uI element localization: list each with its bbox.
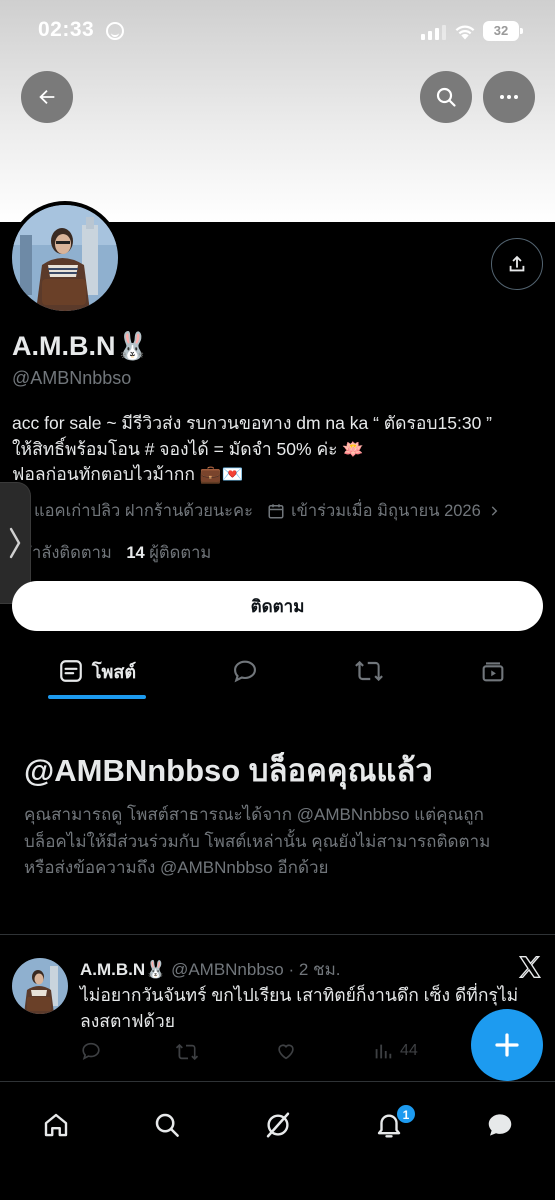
chevron-right-icon[interactable] bbox=[487, 504, 501, 518]
followers-label: ผู้ติดตาม bbox=[149, 544, 212, 562]
tweet-avatar[interactable] bbox=[12, 958, 68, 1014]
arrow-left-icon bbox=[39, 89, 55, 105]
views-button[interactable]: 44 bbox=[372, 1040, 418, 1062]
blocked-description-line: หรือส่งข้อความถึง @AMBNnbbso อีกด้วย bbox=[24, 858, 329, 877]
back-button[interactable] bbox=[21, 71, 73, 123]
posts-icon bbox=[60, 660, 82, 682]
more-options-button[interactable] bbox=[483, 71, 535, 123]
followers-count: 14 bbox=[126, 544, 145, 562]
follow-stats: กำลังติดตาม 14 ผู้ติดตาม bbox=[12, 540, 211, 566]
tab-posts[interactable]: โพสต์ bbox=[48, 646, 146, 696]
repost-icon bbox=[175, 1043, 199, 1061]
section-divider bbox=[0, 934, 555, 935]
status-bar: 02:33 32 bbox=[0, 0, 555, 64]
bio-line: ให้สิทธิ์พร้อมโอน # จองได้ = มัดจำ 50% ค… bbox=[12, 438, 365, 459]
blocked-title: @AMBNnbbso บล็อคคุณแล้ว bbox=[24, 753, 433, 788]
tweet-actions: 44 bbox=[80, 1040, 440, 1064]
home-icon bbox=[44, 1113, 68, 1137]
following-label: กำลังติดตาม bbox=[22, 544, 112, 562]
reply-icon bbox=[82, 1042, 100, 1060]
tab-reposts[interactable] bbox=[348, 646, 390, 696]
nav-messages[interactable] bbox=[483, 1108, 517, 1142]
bio-line: ฟอลก่อนทักตอบไวม้ากก 💼💌 bbox=[12, 464, 244, 484]
following-link[interactable]: กำลังติดตาม bbox=[22, 544, 112, 562]
joined-text[interactable]: เข้าร่วมเมื่อ มิถุนายน 2026 bbox=[291, 498, 481, 524]
like-button[interactable] bbox=[275, 1040, 297, 1062]
tweet-text-line: ไม่อยากวันจันทร์ ขกไปเรียน เสาทิตย์ก็งาน… bbox=[80, 985, 519, 1005]
battery-indicator: 32 bbox=[483, 21, 523, 41]
tab-media[interactable] bbox=[472, 646, 514, 696]
blocked-description-line: คุณสามารถดู โพสต์สาธารณะได้จาก @AMBNnbbs… bbox=[24, 805, 484, 824]
share-profile-button[interactable] bbox=[491, 238, 543, 290]
more-horizontal-icon bbox=[500, 95, 518, 99]
nav-grok[interactable] bbox=[261, 1108, 295, 1142]
search-icon bbox=[155, 1113, 179, 1137]
blocked-notice: @AMBNnbbso บล็อคคุณแล้ว bbox=[24, 745, 534, 795]
follow-button[interactable]: ติดตาม bbox=[12, 581, 543, 631]
tab-replies[interactable] bbox=[224, 646, 266, 696]
tweet-header: A.M.B.N🐰 @AMBNnbbso · 2 ชม. bbox=[80, 956, 341, 983]
bio-line: acc for sale ~ มีรีวิวส่ง รบกวนขอทาง dm … bbox=[12, 413, 493, 433]
profile-tabs: โพสต์ bbox=[0, 646, 555, 699]
display-name-emoji: 🐰 bbox=[115, 331, 150, 361]
tweet-meta: @AMBNnbbso · 2 ชม. bbox=[171, 960, 341, 979]
grok-icon bbox=[266, 1112, 290, 1138]
avatar-photo bbox=[12, 205, 118, 311]
blocked-description: คุณสามารถดู โพสต์สาธารณะได้จาก @AMBNnbbs… bbox=[24, 802, 534, 882]
search-icon bbox=[436, 87, 456, 107]
profile-avatar[interactable] bbox=[8, 201, 122, 315]
reply-bubble-icon bbox=[234, 660, 256, 683]
wifi-icon bbox=[455, 25, 475, 40]
display-name-text: A.M.B.N bbox=[12, 331, 116, 361]
profile-handle: @AMBNnbbso bbox=[12, 368, 132, 388]
chevron-right-icon bbox=[9, 527, 21, 559]
focus-mode-icon bbox=[106, 22, 124, 40]
views-count: 44 bbox=[400, 1042, 418, 1059]
repost-button[interactable] bbox=[175, 1040, 199, 1064]
tab-posts-label: โพสต์ bbox=[91, 661, 137, 682]
bottom-navigation: 1 bbox=[0, 1081, 555, 1200]
active-tab-indicator bbox=[48, 695, 146, 699]
compose-post-button[interactable] bbox=[471, 1009, 543, 1081]
x-logo-icon bbox=[518, 956, 542, 978]
heart-icon bbox=[278, 1044, 294, 1060]
followers-link[interactable]: 14 ผู้ติดตาม bbox=[126, 544, 211, 562]
notification-badge: 1 bbox=[396, 1104, 416, 1124]
repost-icon bbox=[355, 660, 383, 682]
cellular-signal-icon bbox=[421, 24, 447, 40]
chat-bubble-icon bbox=[488, 1114, 512, 1136]
bar-chart-icon bbox=[375, 1044, 392, 1059]
status-time: 02:33 bbox=[38, 18, 95, 41]
calendar-icon bbox=[267, 502, 285, 520]
location-text: แอคเก่าปลิว ฝากร้านด้วยนะคะ bbox=[34, 502, 253, 520]
share-icon bbox=[509, 255, 525, 272]
profile-meta: แอคเก่าปลิว ฝากร้านด้วยนะคะ เข้าร่วมเมื่… bbox=[12, 500, 501, 522]
nav-search[interactable] bbox=[150, 1108, 184, 1142]
tweet-author-name[interactable]: A.M.B.N🐰 bbox=[80, 960, 166, 979]
profile-display-name: A.M.B.N🐰 bbox=[12, 330, 149, 362]
search-button[interactable] bbox=[420, 71, 472, 123]
profile-bio: acc for sale ~ มีรีวิวส่ง รบกวนขอทาง dm … bbox=[12, 411, 547, 488]
media-icon bbox=[482, 662, 504, 682]
plus-icon bbox=[495, 1033, 519, 1057]
reply-button[interactable] bbox=[80, 1040, 102, 1062]
blocked-description-line: บล็อคไม่ให้มีส่วนร่วมกับ โพสต์เหล่านั้น … bbox=[24, 831, 491, 851]
nav-home[interactable] bbox=[39, 1108, 73, 1142]
